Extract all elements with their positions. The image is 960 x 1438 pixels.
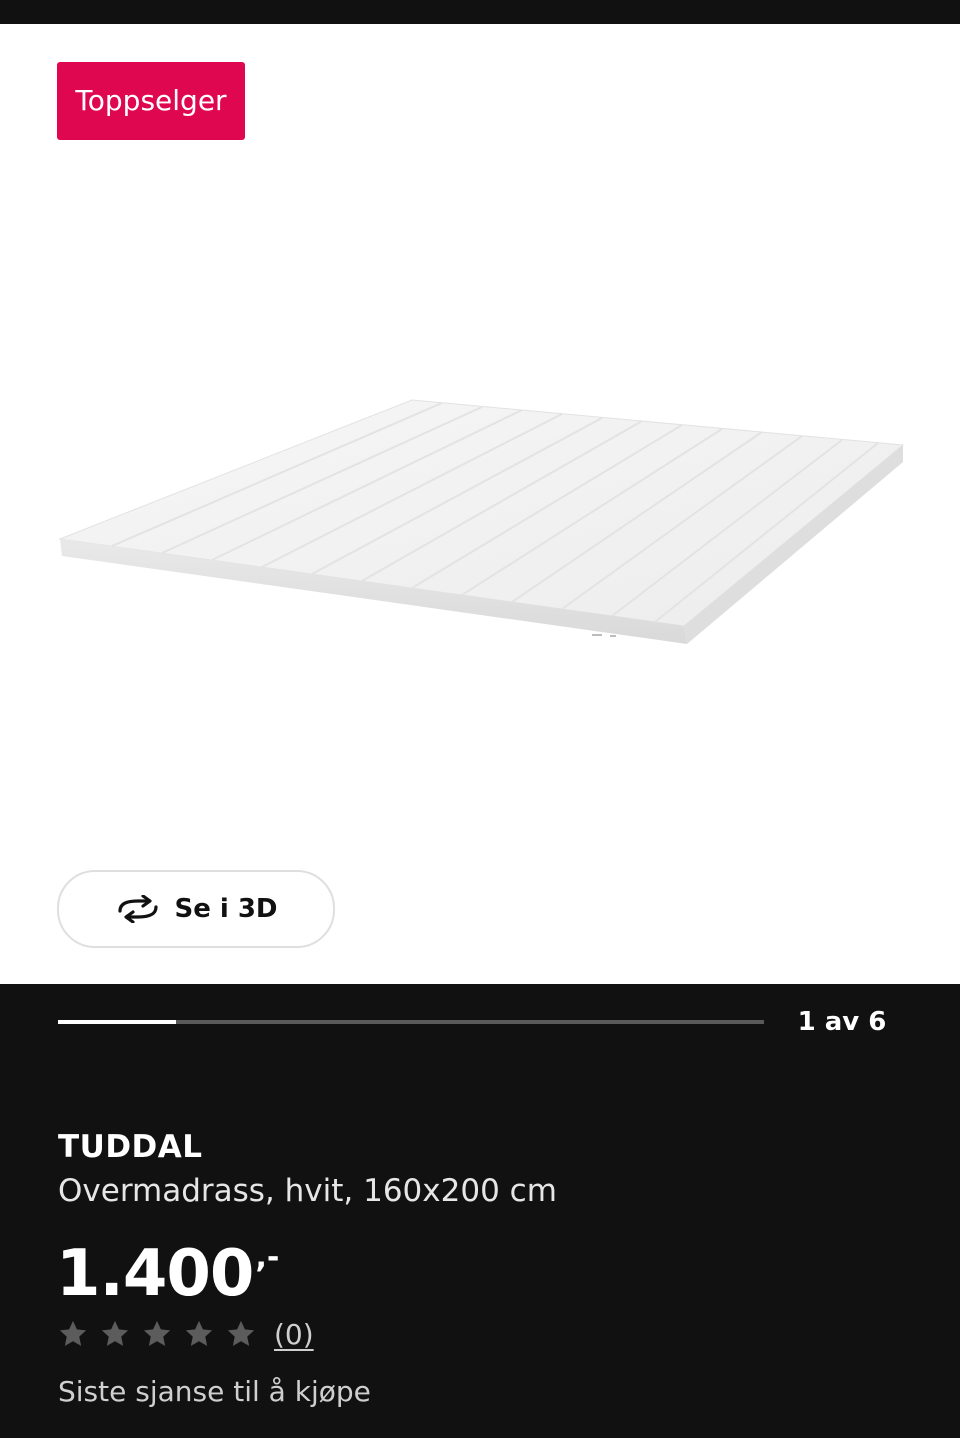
rotate-3d-icon bbox=[118, 895, 159, 923]
star-icon bbox=[143, 1320, 171, 1346]
rating[interactable]: (0) bbox=[58, 1314, 314, 1354]
status-bar bbox=[0, 0, 960, 24]
product-gallery[interactable]: Toppselger Se i 3D bbox=[0, 24, 960, 984]
bestseller-badge: Toppselger bbox=[57, 62, 245, 140]
availability-text: Siste sjanse til å kjøpe bbox=[58, 1375, 371, 1408]
price-suffix: ,- bbox=[255, 1240, 280, 1275]
product-name: TUDDAL bbox=[58, 1129, 203, 1165]
gallery-progress-fill bbox=[58, 1020, 176, 1024]
product-price: 1.400,- bbox=[56, 1218, 279, 1314]
rating-stars bbox=[58, 1319, 268, 1349]
product-description: Overmadrass, hvit, 160x200 cm bbox=[58, 1173, 557, 1209]
star-icon bbox=[185, 1320, 213, 1346]
star-icon bbox=[59, 1320, 87, 1346]
star-icon bbox=[227, 1320, 255, 1346]
review-count-link[interactable]: (0) bbox=[274, 1318, 314, 1351]
price-value: 1.400 bbox=[56, 1237, 254, 1311]
star-icon bbox=[101, 1320, 129, 1346]
view-in-3d-button[interactable]: Se i 3D bbox=[57, 870, 335, 948]
view-in-3d-label: Se i 3D bbox=[174, 894, 278, 924]
gallery-progress-bar bbox=[58, 1020, 764, 1024]
gallery-counter: 1 av 6 bbox=[797, 1007, 887, 1037]
product-image bbox=[58, 399, 905, 644]
